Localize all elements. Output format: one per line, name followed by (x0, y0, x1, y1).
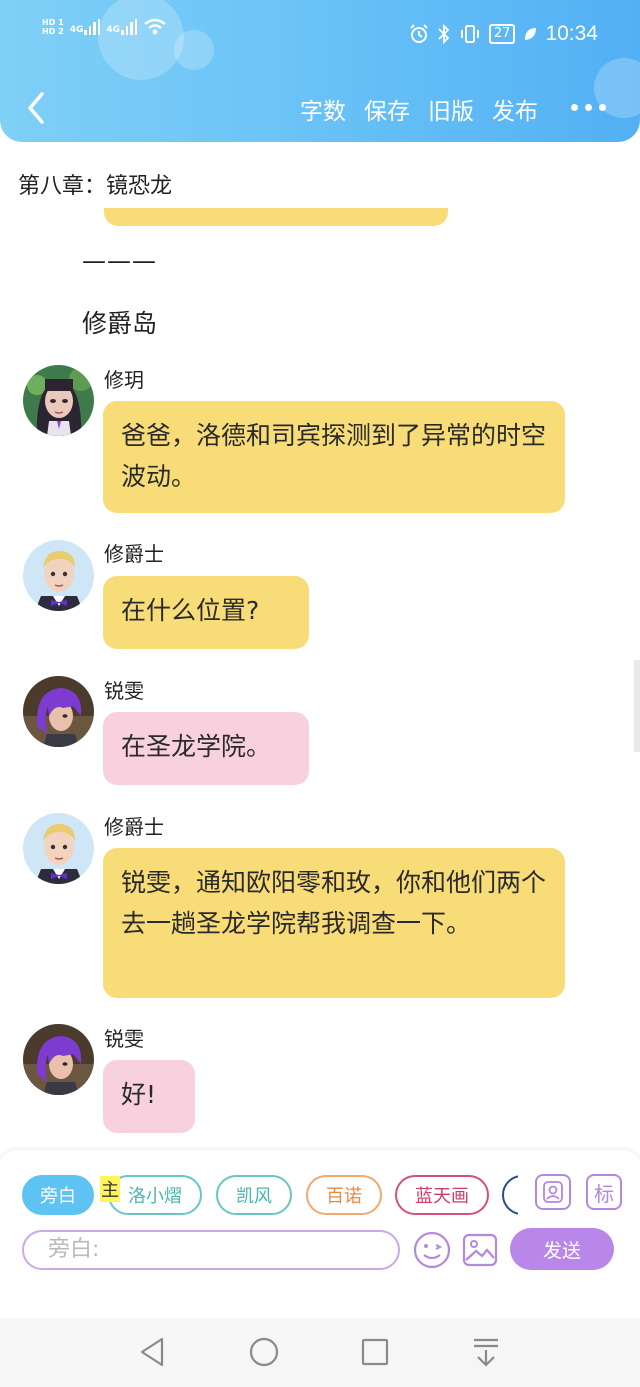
signal-bars (121, 19, 137, 35)
main-character-tag: 主 (100, 1176, 120, 1202)
vibrate-icon (460, 25, 479, 43)
divider-text: ——— (82, 247, 157, 275)
chip-character-3[interactable]: 百诺 (306, 1175, 382, 1215)
avatar-xiujueshi[interactable] (23, 540, 94, 611)
leaf-icon (525, 28, 537, 40)
chip-character-2[interactable]: 凯风 (216, 1175, 292, 1215)
network-type: 4G (106, 25, 120, 35)
scrollbar[interactable] (634, 660, 640, 752)
message-bubble[interactable]: 在什么位置? (103, 576, 309, 649)
speaker-name: 锐雯 (104, 679, 144, 703)
sim-labels: HD 1 HD 2 (42, 18, 64, 36)
location-text: 修爵岛 (82, 309, 158, 338)
avatar-image (23, 540, 94, 611)
word-count-button[interactable]: 字数 (300, 92, 346, 126)
status-left: HD 1 HD 2 4G 4G (42, 18, 167, 36)
publish-button[interactable]: 发布 (492, 92, 538, 126)
message-bubble[interactable]: 好! (103, 1060, 195, 1133)
avatar-image (23, 365, 94, 436)
emoji-icon[interactable] (412, 1230, 452, 1270)
avatar-image (23, 676, 94, 747)
message-bubble[interactable]: 锐雯，通知欧阳零和玫，你和他们两个去一趟圣龙学院帮我调查一下。 (103, 848, 565, 998)
tag-button[interactable]: 标 (586, 1174, 622, 1210)
signal-icon: 4G (106, 19, 137, 35)
avatar-image (23, 1024, 94, 1095)
bluetooth-icon (438, 24, 450, 44)
status-right: 27 10:34 (409, 22, 598, 46)
old-version-button[interactable]: 旧版 (428, 92, 474, 126)
chip-character-5[interactable] (502, 1175, 518, 1215)
message-bubble[interactable]: 爸爸，洛德和司宾探测到了异常的时空波动。 (103, 401, 565, 513)
wifi-icon (144, 18, 166, 35)
chip-character-4[interactable]: 蓝天画 (395, 1175, 489, 1215)
character-manage-icon[interactable] (535, 1174, 571, 1210)
message-bubble[interactable]: 在圣龙学院。 (103, 712, 309, 785)
status-bar: HD 1 HD 2 4G 4G 27 10:34 (0, 18, 640, 52)
message-input[interactable]: 旁白: (22, 1230, 400, 1270)
composer-panel: 旁白 洛小熠 主 凯风 百诺 蓝天画 标 旁白: 发送 (0, 1150, 640, 1320)
image-icon[interactable] (462, 1232, 498, 1268)
avatar-ruiwen[interactable] (23, 1024, 94, 1095)
signal-bars (84, 19, 101, 35)
toolbar: 字数 保存 旧版 发布 (0, 88, 640, 132)
character-selector: 旁白 洛小熠 主 凯风 百诺 蓝天画 (22, 1175, 518, 1217)
speaker-name: 修玥 (104, 368, 144, 392)
nav-notification-icon[interactable] (472, 1336, 500, 1368)
nav-home-icon[interactable] (248, 1336, 280, 1368)
header: HD 1 HD 2 4G 4G 27 10:34 字数 保存 旧版 发布 (0, 0, 640, 142)
signal-icon: 4G (70, 19, 101, 35)
clock: 10:34 (545, 22, 598, 45)
chapter-title: 第八章：镜恐龙 (18, 174, 173, 199)
save-button[interactable]: 保存 (364, 92, 410, 126)
nav-recents-icon[interactable] (360, 1336, 390, 1368)
battery-icon: 27 (488, 24, 516, 44)
send-button[interactable]: 发送 (510, 1228, 614, 1270)
navigation-bar (0, 1318, 640, 1387)
partial-message-bubble (104, 208, 448, 226)
chip-character-1[interactable]: 洛小熠 (108, 1175, 202, 1215)
person-icon (543, 1181, 563, 1203)
avatar-xiujueshi[interactable] (23, 813, 94, 884)
network-type: 4G (69, 25, 84, 35)
nav-back-icon[interactable] (138, 1336, 166, 1368)
chip-narration[interactable]: 旁白 (22, 1175, 94, 1215)
alarm-icon (410, 24, 428, 43)
speaker-name: 锐雯 (104, 1027, 144, 1051)
avatar-ruiwen[interactable] (23, 676, 94, 747)
avatar-xiuyue[interactable] (23, 365, 94, 436)
speaker-name: 修爵士 (104, 542, 164, 566)
speaker-name: 修爵士 (104, 815, 164, 839)
back-arrow-icon[interactable] (24, 90, 48, 126)
more-options-icon[interactable] (571, 104, 606, 111)
toolbar-actions: 字数 保存 旧版 发布 (300, 92, 538, 126)
app-root: HD 1 HD 2 4G 4G 27 10:34 字数 保存 旧版 发布 第八章… (0, 0, 640, 1387)
sim1-label: HD 1 (42, 18, 64, 27)
avatar-image (23, 813, 94, 884)
sim2-label: HD 2 (42, 27, 64, 36)
